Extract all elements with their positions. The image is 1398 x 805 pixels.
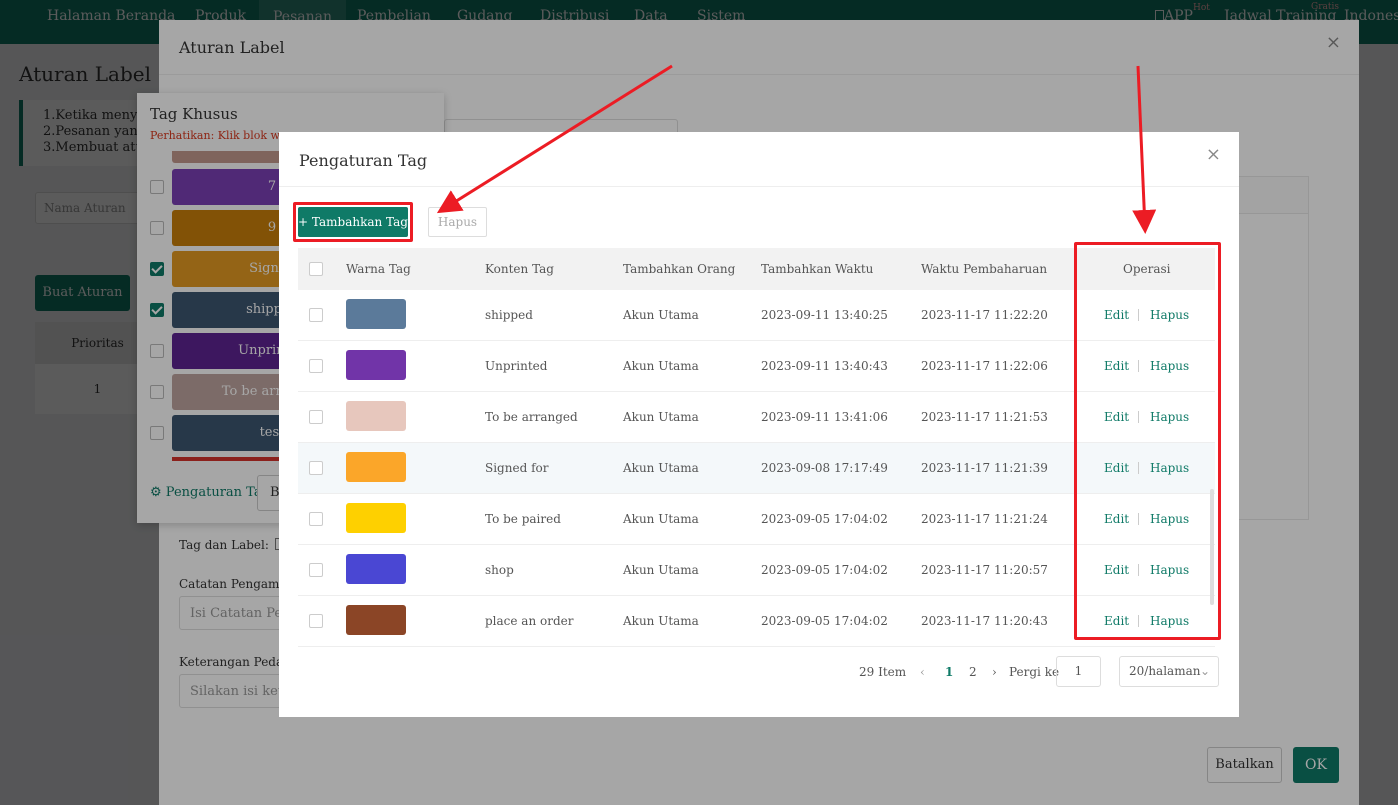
row-checkbox[interactable] (309, 410, 323, 424)
column-header: Konten Tag (485, 262, 554, 276)
page-size-select[interactable]: 20/halaman ⌄ (1119, 656, 1219, 687)
tag-content: To be paired (485, 512, 561, 526)
updated-at: 2023-11-17 11:20:57 (921, 563, 1048, 577)
tag-content: shop (485, 563, 514, 577)
added-by: Akun Utama (623, 359, 699, 373)
tag-content: place an order (485, 614, 574, 628)
added-at: 2023-09-11 13:41:06 (761, 410, 888, 424)
updated-at: 2023-11-17 11:22:20 (921, 308, 1048, 322)
tag-content: Unprinted (485, 359, 548, 373)
added-by: Akun Utama (623, 461, 699, 475)
added-at: 2023-09-11 13:40:43 (761, 359, 888, 373)
updated-at: 2023-11-17 11:20:43 (921, 614, 1048, 628)
pagination: 29 Item ‹ 1 2 › Pergi ke 1 20/halaman ⌄ (279, 655, 1239, 689)
updated-at: 2023-11-17 11:22:06 (921, 359, 1048, 373)
close-icon[interactable]: × (1206, 144, 1221, 165)
added-at: 2023-09-05 17:04:02 (761, 512, 888, 526)
tag-color-swatch (346, 503, 406, 533)
row-checkbox[interactable] (309, 308, 323, 322)
added-by: Akun Utama (623, 308, 699, 322)
added-at: 2023-09-05 17:04:02 (761, 614, 888, 628)
annotation-highlight-box (293, 202, 413, 242)
row-checkbox[interactable] (309, 461, 323, 475)
page-size-value: 20/halaman (1129, 664, 1201, 678)
tag-color-swatch (346, 401, 406, 431)
added-by: Akun Utama (623, 614, 699, 628)
updated-at: 2023-11-17 11:21:53 (921, 410, 1048, 424)
tag-content: To be arranged (485, 410, 578, 424)
total-count: 29 Item (859, 665, 907, 679)
added-by: Akun Utama (623, 410, 699, 424)
added-at: 2023-09-08 17:17:49 (761, 461, 888, 475)
select-all-checkbox[interactable] (309, 262, 323, 276)
row-checkbox[interactable] (309, 614, 323, 628)
column-header: Tambahkan Orang (623, 262, 736, 276)
bulk-delete-button[interactable]: Hapus (428, 207, 487, 237)
divider (279, 186, 1239, 187)
updated-at: 2023-11-17 11:21:24 (921, 512, 1048, 526)
tag-color-swatch (346, 350, 406, 380)
added-by: Akun Utama (623, 512, 699, 526)
tag-color-swatch (346, 554, 406, 584)
next-page-icon[interactable]: › (992, 655, 997, 689)
updated-at: 2023-11-17 11:21:39 (921, 461, 1048, 475)
column-header: Tambahkan Waktu (761, 262, 874, 276)
prev-page-icon[interactable]: ‹ (920, 655, 925, 689)
annotation-highlight-box (1074, 242, 1221, 640)
added-by: Akun Utama (623, 563, 699, 577)
tag-settings-modal-title: Pengaturan Tag (299, 151, 428, 170)
column-header: Warna Tag (346, 262, 411, 276)
page-number-current[interactable]: 1 (945, 655, 953, 689)
goto-page-input[interactable]: 1 (1056, 656, 1101, 687)
row-checkbox[interactable] (309, 359, 323, 373)
page-number[interactable]: 2 (969, 655, 977, 689)
tag-content: Signed for (485, 461, 549, 475)
tag-settings-modal: Pengaturan Tag × + Tambahkan Tag Hapus W… (279, 132, 1239, 717)
row-checkbox[interactable] (309, 512, 323, 526)
column-header: Waktu Pembaharuan (921, 262, 1048, 276)
goto-label: Pergi ke (1009, 665, 1060, 679)
tag-content: shipped (485, 308, 533, 322)
added-at: 2023-09-11 13:40:25 (761, 308, 888, 322)
tag-color-swatch (346, 452, 406, 482)
added-at: 2023-09-05 17:04:02 (761, 563, 888, 577)
tag-color-swatch (346, 299, 406, 329)
tag-color-swatch (346, 605, 406, 635)
chevron-down-icon: ⌄ (1199, 664, 1210, 678)
row-checkbox[interactable] (309, 563, 323, 577)
